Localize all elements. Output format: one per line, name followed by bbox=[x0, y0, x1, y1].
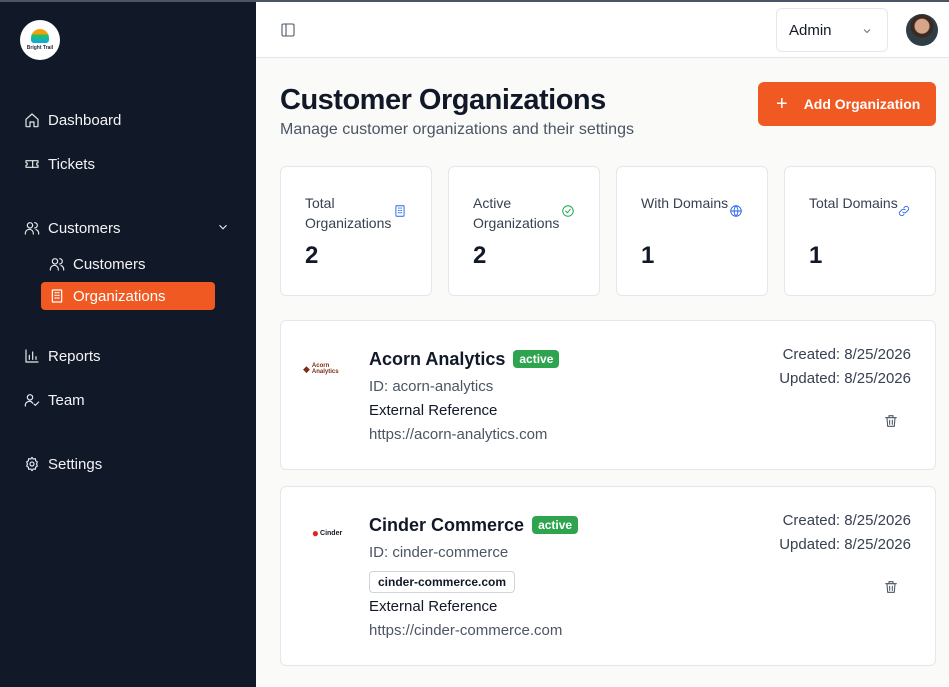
external-reference-label: External Reference bbox=[369, 402, 498, 419]
organization-card[interactable]: ● Cinder Cinder Commerce active ID: cinde… bbox=[280, 486, 936, 666]
organization-card[interactable]: ◆ Acorn Analytics Acorn Analytics active … bbox=[280, 320, 936, 470]
organization-logo: ● Cinder bbox=[303, 509, 351, 557]
sidebar: Bright Trail Dashboard Tickets Customers… bbox=[0, 0, 256, 687]
role-select[interactable]: Admin bbox=[776, 8, 888, 52]
stat-value: 2 bbox=[473, 242, 487, 269]
sidebar-item-label: Reports bbox=[48, 347, 101, 365]
sidebar-item-label: Team bbox=[48, 391, 85, 409]
sidebar-subitem-label: Organizations bbox=[73, 287, 166, 305]
organization-logo: ◆ Acorn Analytics bbox=[303, 345, 351, 393]
chevron-down-icon bbox=[863, 29, 871, 34]
external-reference-url[interactable]: https://acorn-analytics.com bbox=[369, 426, 547, 443]
sidebar-subitem-organizations[interactable]: Organizations bbox=[41, 282, 215, 310]
ticket-icon bbox=[25, 160, 39, 168]
bar-chart-icon bbox=[25, 349, 39, 363]
organization-logo-text: Cinder bbox=[320, 529, 343, 537]
stat-card-total-domains: Total Domains 1 bbox=[784, 166, 936, 296]
domain-chip: cinder-commerce.com bbox=[369, 571, 516, 593]
globe-icon bbox=[730, 205, 742, 217]
acorn-icon: ◆ bbox=[303, 363, 310, 374]
sidebar-item-customers[interactable]: Customers bbox=[24, 216, 121, 240]
created-date: Created: 8/25/2026 bbox=[782, 346, 911, 363]
sidebar-item-dashboard[interactable]: Dashboard bbox=[24, 108, 121, 132]
sidebar-item-label: Dashboard bbox=[48, 111, 122, 129]
role-select-value: Admin bbox=[789, 21, 832, 39]
page-subtitle: Manage customer organizations and their … bbox=[280, 121, 634, 138]
organization-dates: Created: 8/25/2026 Updated: 8/25/2026 bbox=[779, 509, 911, 557]
chevron-down-icon[interactable] bbox=[216, 220, 230, 234]
organization-name[interactable]: Acorn Analytics active bbox=[369, 349, 560, 370]
stat-label: Total Domains bbox=[809, 195, 898, 211]
stat-card-with-domains: With Domains 1 bbox=[616, 166, 768, 296]
sidebar-subitem-customers[interactable]: Customers bbox=[41, 250, 215, 278]
sidebar-item-tickets[interactable]: Tickets bbox=[24, 152, 95, 176]
stat-value: 1 bbox=[641, 242, 655, 269]
add-organization-button[interactable]: + Add Organization bbox=[758, 82, 936, 126]
external-reference-url[interactable]: https://cinder-commerce.com bbox=[369, 622, 562, 639]
add-organization-label: Add Organization bbox=[803, 96, 921, 112]
updated-date: Updated: 8/25/2026 bbox=[779, 536, 911, 553]
stat-value: 2 bbox=[305, 242, 319, 269]
organization-name-text: Acorn Analytics bbox=[369, 349, 506, 369]
link-icon bbox=[899, 206, 909, 216]
sidebar-item-settings[interactable]: Settings bbox=[24, 452, 102, 476]
building-icon bbox=[395, 205, 405, 217]
plus-icon: + bbox=[776, 93, 788, 115]
sidebar-item-label: Settings bbox=[48, 455, 103, 473]
sidebar-item-label: Tickets bbox=[48, 155, 95, 173]
organization-logo-text: Acorn Analytics bbox=[311, 363, 339, 375]
top-bar: Admin bbox=[256, 0, 949, 58]
organization-id: ID: cinder-commerce bbox=[369, 544, 509, 561]
sidebar-item-label: Customers bbox=[48, 219, 121, 237]
building-icon bbox=[51, 289, 63, 303]
status-badge: active bbox=[532, 516, 579, 534]
updated-date: Updated: 8/25/2026 bbox=[779, 370, 911, 387]
home-icon bbox=[25, 113, 39, 128]
trash-icon[interactable] bbox=[883, 579, 899, 595]
stat-value: 1 bbox=[809, 242, 823, 269]
stat-label: Total Organizations bbox=[305, 195, 392, 231]
trash-icon[interactable] bbox=[883, 413, 899, 429]
status-badge: active bbox=[513, 350, 560, 368]
organization-name[interactable]: Cinder Commerce active bbox=[369, 515, 579, 536]
stat-label: Active Organizations bbox=[473, 195, 560, 231]
flame-icon: ● bbox=[311, 526, 320, 540]
check-circle-icon bbox=[562, 205, 574, 217]
organization-dates: Created: 8/25/2026 Updated: 8/25/2026 bbox=[779, 343, 911, 391]
sidebar-item-team[interactable]: Team bbox=[24, 388, 85, 412]
users-icon bbox=[49, 258, 65, 271]
brand-name: Bright Trail bbox=[26, 45, 54, 51]
external-reference-label: External Reference bbox=[369, 598, 498, 615]
logo-mark-icon bbox=[31, 29, 49, 43]
stat-label: With Domains bbox=[641, 195, 729, 211]
brand-logo[interactable]: Bright Trail bbox=[20, 20, 60, 60]
created-date: Created: 8/25/2026 bbox=[782, 512, 911, 529]
sidebar-toggle-icon[interactable] bbox=[280, 22, 296, 38]
sidebar-subitem-label: Customers bbox=[73, 255, 146, 273]
users-icon bbox=[24, 222, 40, 235]
avatar[interactable] bbox=[906, 14, 938, 46]
gear-icon bbox=[26, 456, 38, 472]
stat-card-active-organizations: Active Organizations 2 bbox=[448, 166, 600, 296]
sidebar-item-reports[interactable]: Reports bbox=[24, 344, 101, 368]
page-title: Customer Organizations bbox=[280, 84, 606, 116]
organization-id: ID: acorn-analytics bbox=[369, 378, 494, 395]
user-check-icon bbox=[24, 394, 40, 407]
stat-card-total-organizations: Total Organizations 2 bbox=[280, 166, 432, 296]
organization-name-text: Cinder Commerce bbox=[369, 515, 525, 535]
